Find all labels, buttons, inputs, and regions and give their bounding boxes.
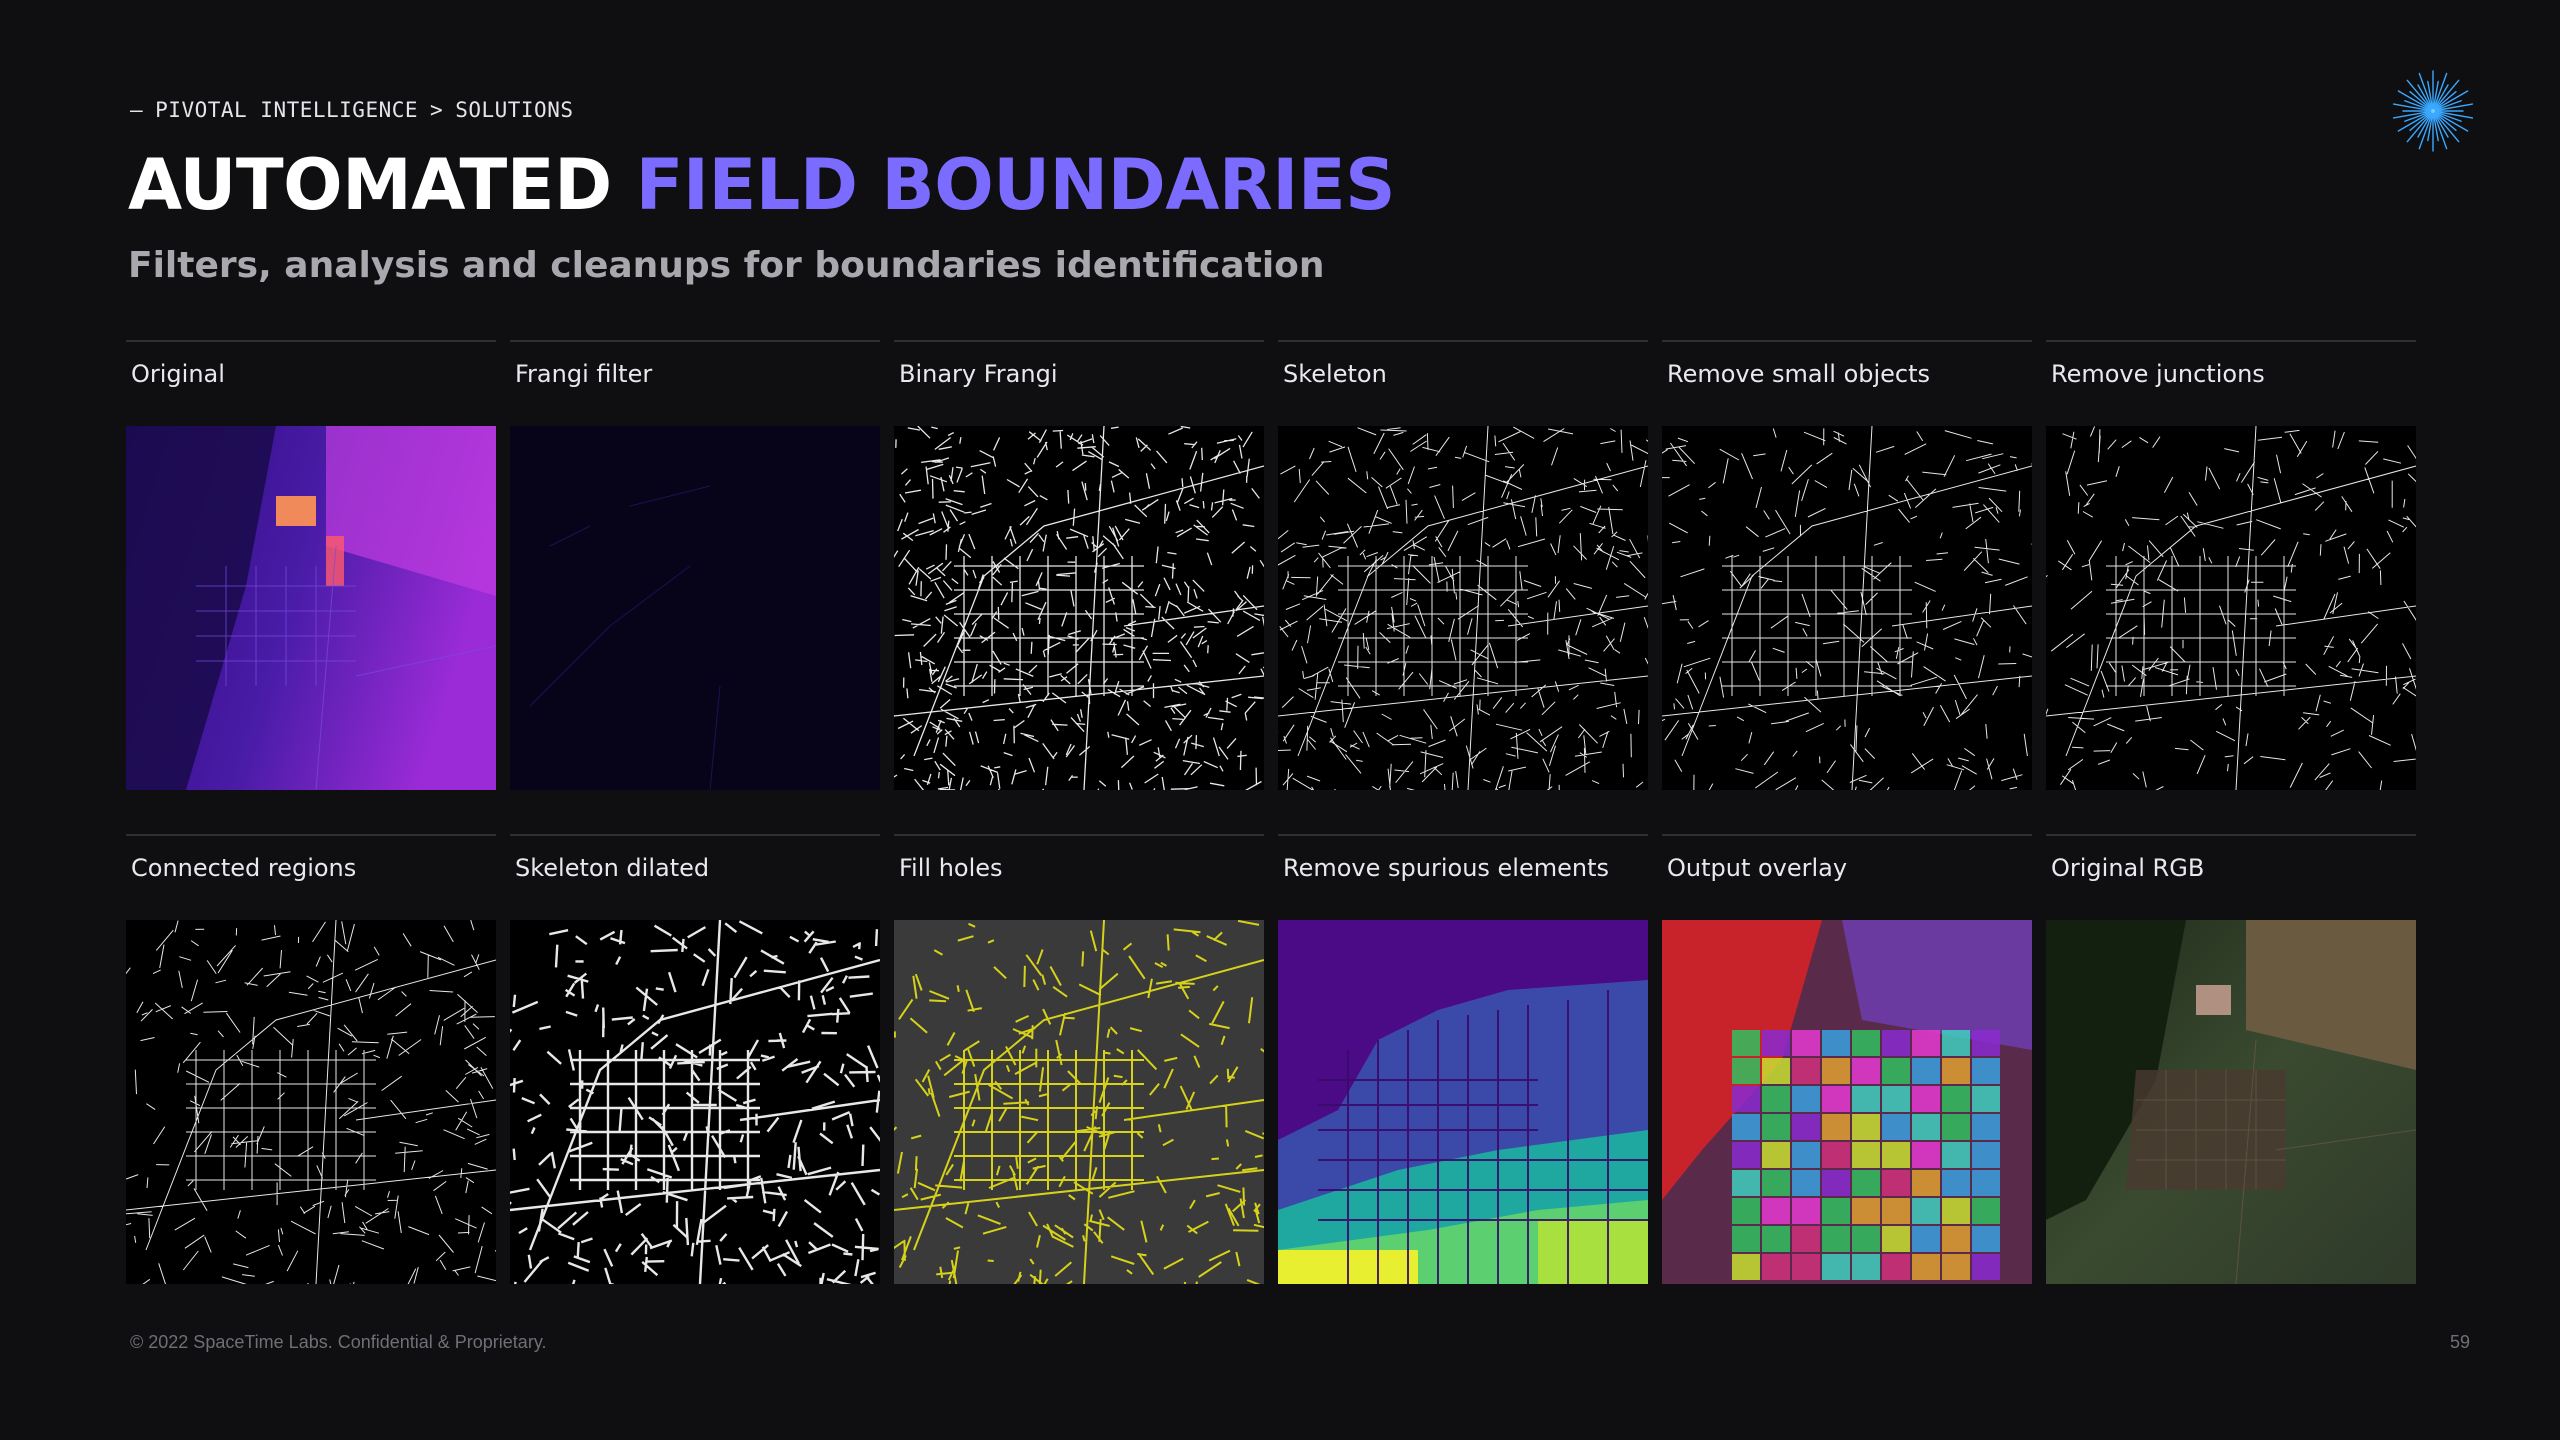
- page-subtitle: Filters, analysis and cleanups for bound…: [128, 245, 1325, 286]
- panel-remove-small-objects: Remove small objects: [1662, 340, 2032, 790]
- panel-output-overlay: Output overlay: [1662, 834, 2032, 1284]
- panel-fill-holes: Fill holes: [894, 834, 1264, 1284]
- title-accent: FIELD BOUNDARIES: [635, 144, 1396, 226]
- panel-label: Original: [126, 340, 496, 426]
- panel-label: Output overlay: [1662, 834, 2032, 920]
- breadcrumb: — PIVOTAL INTELLIGENCE > SOLUTIONS: [130, 98, 573, 122]
- starburst-logo-icon: [2392, 70, 2474, 152]
- panel-grid: Original Frangi filter Binary Frangi Ske…: [126, 340, 2416, 1328]
- panel-label: Skeleton: [1278, 340, 1648, 426]
- panel-label: Connected regions: [126, 834, 496, 920]
- panel-original: Original: [126, 340, 496, 790]
- frangi-filter-image[interactable]: [510, 426, 880, 790]
- panel-label: Binary Frangi: [894, 340, 1264, 426]
- panel-row-1: Original Frangi filter Binary Frangi Ske…: [126, 340, 2416, 790]
- panel-row-2: Connected regions Skeleton dilated Fill …: [126, 834, 2416, 1284]
- breadcrumb-separator: >: [430, 98, 444, 122]
- panel-label: Remove small objects: [1662, 340, 2032, 426]
- footer-copyright: © 2022 SpaceTime Labs. Confidential & Pr…: [130, 1332, 547, 1352]
- panel-label: Skeleton dilated: [510, 834, 880, 920]
- panel-skeleton: Skeleton: [1278, 340, 1648, 790]
- remove-spurious-elements-image[interactable]: [1278, 920, 1648, 1284]
- binary-frangi-image[interactable]: [894, 426, 1264, 790]
- panel-label: Remove junctions: [2046, 340, 2416, 426]
- skeleton-image[interactable]: [1278, 426, 1648, 790]
- skeleton-dilated-image[interactable]: [510, 920, 880, 1284]
- panel-connected-regions: Connected regions: [126, 834, 496, 1284]
- page-title: AUTOMATED FIELD BOUNDARIES: [128, 150, 1396, 220]
- original-rgb-image[interactable]: [2046, 920, 2416, 1284]
- fill-holes-image[interactable]: [894, 920, 1264, 1284]
- panel-original-rgb: Original RGB: [2046, 834, 2416, 1284]
- output-overlay-image[interactable]: [1662, 920, 2032, 1284]
- page-number: 59: [2449, 1332, 2470, 1352]
- remove-small-objects-image[interactable]: [1662, 426, 2032, 790]
- remove-junctions-image[interactable]: [2046, 426, 2416, 790]
- breadcrumb-dash: —: [130, 98, 144, 122]
- panel-binary-frangi: Binary Frangi: [894, 340, 1264, 790]
- panel-label: Fill holes: [894, 834, 1264, 920]
- panel-label: Frangi filter: [510, 340, 880, 426]
- original-thermal-image[interactable]: [126, 426, 496, 790]
- breadcrumb-current[interactable]: SOLUTIONS: [455, 98, 573, 122]
- breadcrumb-root[interactable]: PIVOTAL INTELLIGENCE: [155, 98, 418, 122]
- panel-label: Original RGB: [2046, 834, 2416, 920]
- panel-frangi-filter: Frangi filter: [510, 340, 880, 790]
- title-plain: AUTOMATED: [128, 144, 612, 226]
- panel-remove-spurious-elements: Remove spurious elements: [1278, 834, 1648, 1284]
- panel-skeleton-dilated: Skeleton dilated: [510, 834, 880, 1284]
- connected-regions-image[interactable]: [126, 920, 496, 1284]
- panel-remove-junctions: Remove junctions: [2046, 340, 2416, 790]
- panel-label: Remove spurious elements: [1278, 834, 1648, 920]
